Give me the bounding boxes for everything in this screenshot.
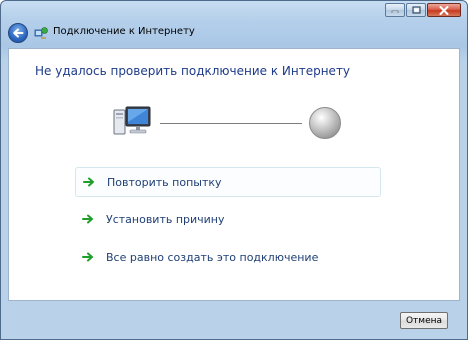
globe-icon [309,107,341,139]
back-button[interactable] [8,23,28,43]
minimize-button[interactable] [385,3,405,17]
content-panel: Не удалось проверить подключение к Интер… [8,48,460,301]
dialog-window: Подключение к Интернету Не удалось прове… [0,0,468,340]
close-button[interactable] [427,3,461,17]
window-title: Подключение к Интернету [53,26,195,37]
cancel-button[interactable]: Отмена [400,312,448,329]
diagnose-option[interactable]: Установить причину [75,204,381,234]
maximize-button[interactable] [406,3,426,17]
retry-option[interactable]: Повторить попытку [75,167,381,197]
close-icon [439,5,449,15]
page-heading: Не удалось проверить подключение к Интер… [35,64,351,78]
diagnose-option-label: Установить причину [106,212,225,226]
back-arrow-icon [13,28,24,38]
network-wizard-icon [34,27,48,39]
green-arrow-icon [83,177,94,187]
maximize-icon [411,6,421,14]
minimize-icon [391,10,399,13]
computer-icon [113,106,151,135]
window-controls [385,3,461,17]
create-anyway-option[interactable]: Все равно создать это подключение [75,242,381,272]
retry-option-label: Повторить попытку [107,175,222,189]
green-arrow-icon [82,214,93,224]
connection-line [160,123,302,124]
create-anyway-option-label: Все равно создать это подключение [106,250,319,264]
green-arrow-icon [82,252,93,262]
